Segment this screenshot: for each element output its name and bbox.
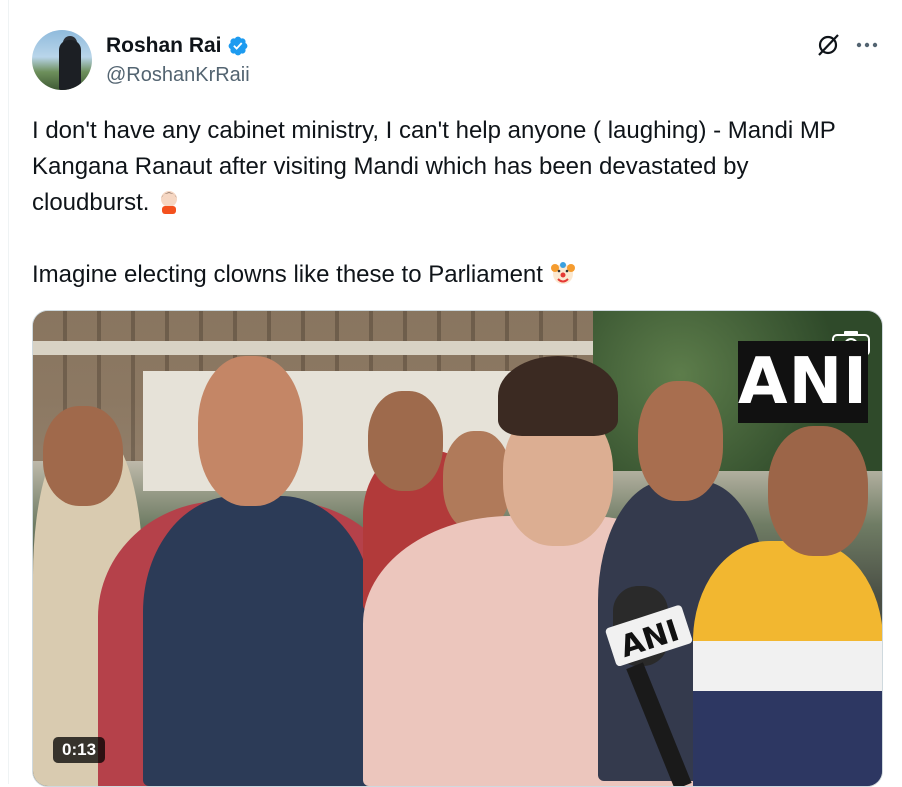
tweet-header: Roshan Rai @RoshanKrRaii	[32, 30, 882, 90]
video-face-right-1	[638, 381, 723, 501]
grok-icon[interactable]	[815, 32, 841, 58]
video-person-vest	[143, 496, 373, 786]
display-name[interactable]: Roshan Rai	[106, 34, 222, 58]
tweet-text: I don't have any cabinet ministry, I can…	[32, 113, 872, 293]
microphone: ANI	[605, 586, 693, 786]
column-border	[8, 0, 9, 784]
video-player[interactable]: ANI ANI 0:13	[32, 310, 883, 787]
clown-emoji	[550, 262, 575, 284]
video-woman-hair	[498, 356, 618, 436]
video-face-man	[198, 356, 303, 506]
video-face-right-2	[768, 426, 868, 556]
tweet-line-1: I don't have any cabinet ministry, I can…	[32, 117, 843, 216]
more-icon[interactable]	[854, 32, 880, 58]
facepalm-emoji	[161, 191, 178, 214]
video-face-back-1	[368, 391, 443, 491]
verified-badge-icon	[228, 36, 247, 56]
video-duration-badge: 0:13	[53, 737, 106, 763]
avatar[interactable]	[32, 30, 92, 90]
name-row: Roshan Rai	[106, 34, 249, 58]
video-person-right-2	[693, 541, 882, 786]
avatar-person	[59, 40, 81, 90]
ani-watermark: ANI	[738, 341, 868, 423]
tweet-line-2: Imagine electing clowns like these to Pa…	[32, 261, 550, 288]
video-face-left	[43, 406, 123, 506]
handle[interactable]: @RoshanKrRaii	[106, 64, 250, 87]
video-bg-balcony	[33, 341, 593, 355]
